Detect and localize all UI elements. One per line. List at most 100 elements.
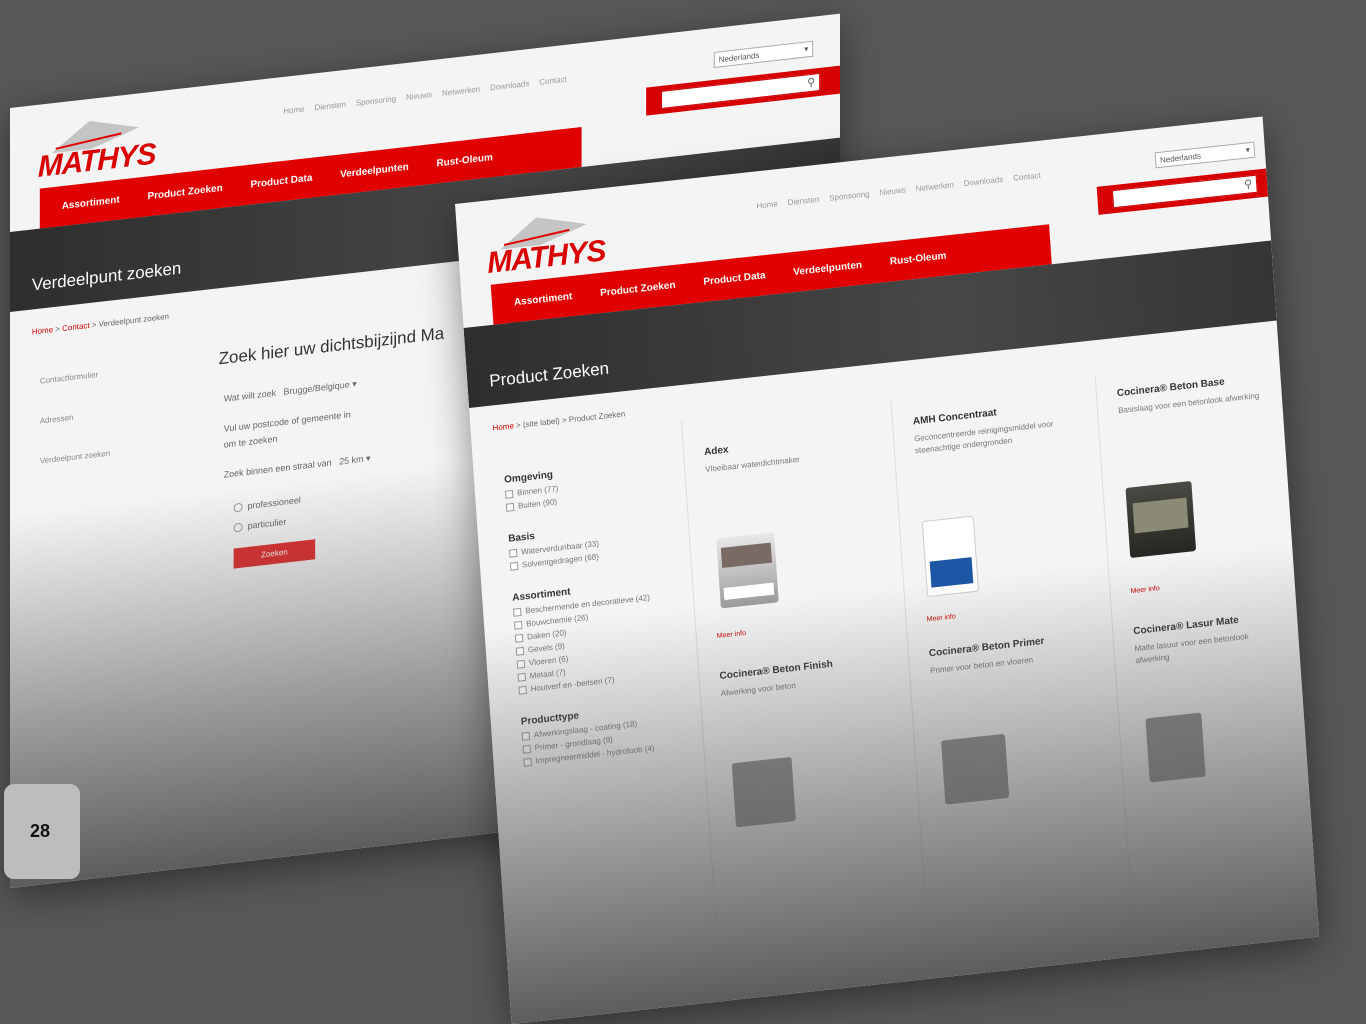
filter-option-label: Vloeren (6) [528,654,569,668]
radio-label: professioneel [247,494,301,511]
top-nav-netwerken[interactable]: Netwerken [442,85,480,98]
language-value: Nederlands [718,50,760,65]
sidebar-item-verdeelpunt[interactable]: Verdeelpunt zoeken [40,449,110,466]
form-label: Wat wilt zoek [223,387,277,404]
product-card[interactable]: Cocinera® Beton Finish Afwerking voor be… [719,659,834,700]
chevron-down-icon: ▾ [365,453,371,464]
product-image[interactable] [921,515,979,598]
checkbox-icon [513,620,523,630]
checkbox-icon [509,561,519,571]
top-nav-contact[interactable]: Contact [539,75,566,87]
product-card[interactable]: Cocinera® Beton Primer Primer voor beton… [929,631,1091,677]
top-nav-diensten[interactable]: Diensten [315,100,346,113]
checkbox-icon [518,685,527,695]
filter-option-label: Gevels (9) [527,641,566,655]
radius-select[interactable]: 25 km [339,454,363,467]
radio-particulier[interactable]: particulier [233,516,287,533]
chevron-down-icon: ▾ [352,378,357,390]
product-card[interactable]: Cocinera® Lasur Mate Matte lasuur voor e… [1133,610,1285,667]
checkbox-icon [505,502,515,512]
page-number-tab: 28 [4,784,80,879]
nav-verdeelpunten[interactable]: Verdeelpunten [340,161,408,180]
product-card[interactable]: Cocinera® Beton Base Basislaag voor een … [1117,371,1279,417]
checkbox-icon [504,489,514,499]
product-column: AMH Concentraat Geconcentreerde reinigin… [890,376,1133,999]
filter-option-label: Buiten (90) [517,497,558,511]
nav-verdeelpunten[interactable]: Verdeelpunten [793,259,862,277]
checkbox-icon [508,548,518,558]
breadcrumb-home[interactable]: Home [492,421,514,432]
language-value: Nederlands [1159,151,1202,165]
top-nav-home[interactable]: Home [283,105,304,116]
mathys-logo[interactable]: MATHYS [484,208,608,281]
breadcrumb-section[interactable]: (site label) [523,416,560,429]
product-description: Vloeibaar waterdichtmaker [705,454,801,475]
search-icon[interactable]: ⚲ [1244,177,1253,191]
product-card[interactable]: AMH Concentraat Geconcentreerde reinigin… [913,400,1065,457]
product-more[interactable]: Meer info [1130,577,1160,595]
nav-product-zoeken[interactable]: Product Zoeken [148,182,223,202]
postcode-field[interactable]: om te zoeken [224,434,278,450]
radio-professioneel[interactable]: professioneel [233,494,301,513]
form-label: Zoek binnen een straal van [223,457,332,480]
language-select[interactable]: Nederlands ▾ [1154,141,1256,169]
front-screenshot: MATHYS Home Diensten Sponsoring Nieuws N… [455,116,1320,1024]
breadcrumb-home[interactable]: Home [32,325,53,336]
top-nav-diensten[interactable]: Diensten [787,195,819,207]
chevron-down-icon: ▾ [804,44,809,54]
search-type-select[interactable]: Brugge/Belgique [284,379,350,397]
product-image[interactable] [1145,712,1206,783]
breadcrumb-contact[interactable]: Contact [62,321,89,333]
product-image[interactable] [716,532,779,609]
nav-product-data[interactable]: Product Data [250,172,312,190]
nav-rust-oleum[interactable]: Rust-Oleum [437,152,493,169]
product-image[interactable] [941,733,1010,805]
breadcrumb-separator: > [89,319,99,330]
product-card[interactable]: Adex Vloeibaar waterdichtmaker [704,437,800,476]
radio-label: particulier [247,516,287,531]
product-image[interactable] [1125,480,1197,559]
breadcrumb-current: Verdeelpunt zoeken [98,311,169,329]
breadcrumb: Home > Contact > Verdeelpunt zoeken [32,312,169,337]
nav-assortiment[interactable]: Assortiment [514,291,573,308]
radio-icon [233,522,243,533]
nav-assortiment[interactable]: Assortiment [62,194,120,212]
language-select[interactable]: Nederlands ▾ [713,40,814,68]
checkbox-icon [516,659,526,669]
checkbox-icon [517,672,527,682]
form-row-search-type: Wat wilt zoek Brugge/Belgique ▾ [224,379,357,405]
product-image[interactable] [731,756,796,828]
top-nav-home[interactable]: Home [756,199,778,210]
mathys-logo[interactable]: MATHYS [38,111,157,185]
search-submit-button[interactable]: Zoeken [233,539,316,569]
product-more[interactable]: Meer info [716,622,747,640]
top-nav-netwerken[interactable]: Netwerken [915,180,954,193]
page-title: Product Zoeken [488,358,610,391]
top-nav-sponsoring[interactable]: Sponsoring [356,94,396,108]
nav-product-zoeken[interactable]: Product Zoeken [600,279,676,298]
top-nav-nieuws[interactable]: Nieuws [406,90,432,102]
filter-option-label: Binnen (77) [516,483,559,498]
top-nav-nieuws[interactable]: Nieuws [879,185,906,197]
top-nav-downloads[interactable]: Downloads [963,175,1003,188]
top-nav: Home Diensten Sponsoring Nieuws Netwerke… [283,75,566,116]
search-icon[interactable]: ⚲ [807,75,815,89]
sidebar-item-adressen[interactable]: Adressen [40,413,74,426]
sidebar-item-contactformulier[interactable]: Contactformulier [40,370,98,386]
more-info-link[interactable]: Meer info [1130,585,1160,595]
more-info-link[interactable]: Meer info [926,613,956,623]
nav-rust-oleum[interactable]: Rust-Oleum [890,250,947,267]
top-nav-sponsoring[interactable]: Sponsoring [829,189,870,202]
checkbox-icon [521,731,531,741]
filter-sidebar: Omgeving Binnen (77) Buiten (90) Basis W… [503,443,703,767]
checkbox-icon [523,757,532,767]
checkbox-icon [522,744,532,754]
checkbox-icon [515,646,525,656]
top-nav-downloads[interactable]: Downloads [490,79,529,92]
more-info-link[interactable]: Meer info [717,630,747,640]
top-nav-contact[interactable]: Contact [1013,171,1041,183]
product-more[interactable]: Meer info [926,605,956,623]
nav-product-data[interactable]: Product Data [703,270,766,288]
content-heading: Zoek hier uw dichtsbijzijnd Ma [218,323,445,369]
chevron-down-icon: ▾ [1245,145,1251,155]
